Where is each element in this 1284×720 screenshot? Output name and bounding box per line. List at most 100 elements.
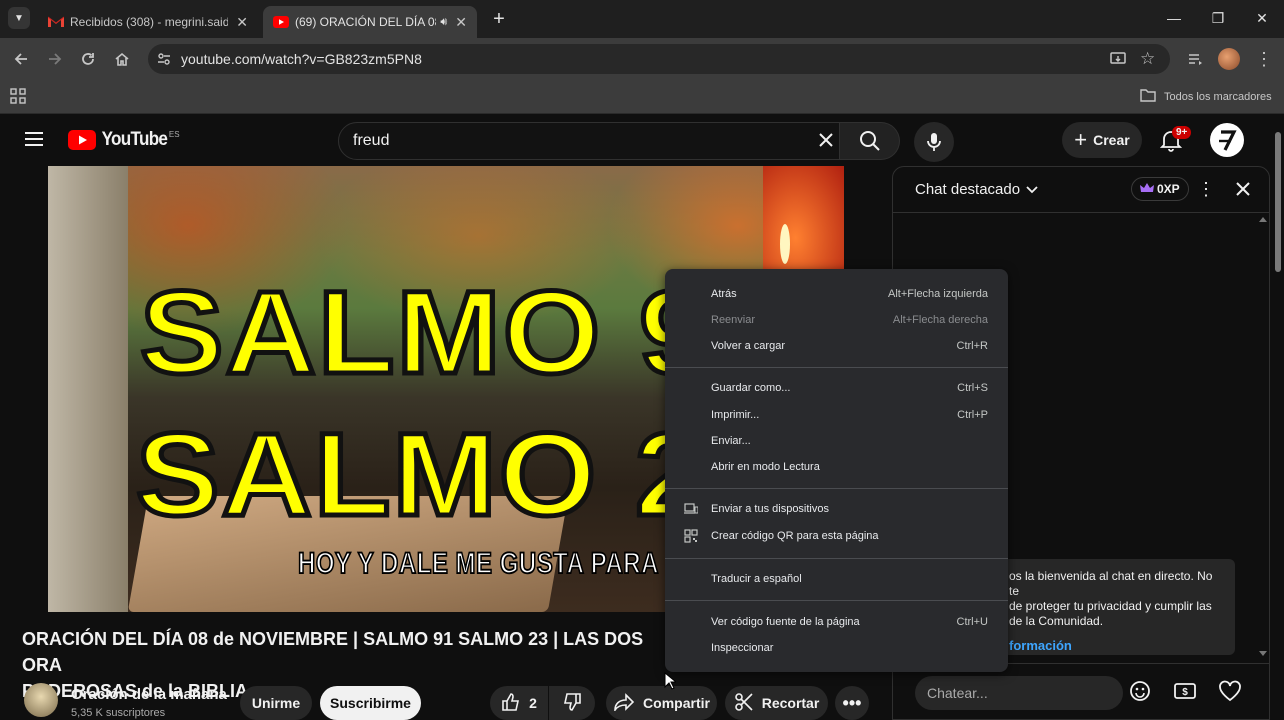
emoji-icon[interactable] <box>1129 680 1151 707</box>
site-info-icon[interactable] <box>156 51 172 70</box>
chat-scroll-down[interactable] <box>1259 651 1267 656</box>
menu-item-send-to-devices[interactable]: Enviar a tus dispositivos <box>665 496 1008 522</box>
xp-badge[interactable]: 0XP <box>1131 177 1189 201</box>
voice-search-button[interactable] <box>914 122 954 162</box>
subscribe-button[interactable]: Suscribirme <box>320 686 421 720</box>
bookmark-star-icon[interactable]: ☆ <box>1140 49 1155 69</box>
create-button[interactable]: + Crear <box>1062 122 1142 158</box>
menu-item-forward[interactable]: Reenviar Alt+Flecha derecha <box>665 307 1008 333</box>
account-avatar[interactable] <box>1210 123 1244 157</box>
close-tab-icon[interactable]: ✕ <box>236 14 248 31</box>
close-chat-icon[interactable] <box>1235 181 1251 202</box>
menu-item-send[interactable]: Enviar... <box>665 428 1008 454</box>
chat-scroll-up[interactable] <box>1259 217 1267 222</box>
menu-item-view-source[interactable]: Ver código fuente de la página Ctrl+U <box>665 609 1008 635</box>
clip-label: Recortar <box>761 695 820 711</box>
clip-button[interactable]: Recortar <box>725 686 828 720</box>
mouse-cursor-icon <box>664 671 678 695</box>
menu-divider <box>665 558 1008 559</box>
apps-grid-icon[interactable] <box>10 88 26 109</box>
welcome-line: de proteger tu privacidad y cumplir las <box>1009 599 1212 613</box>
create-label: Crear <box>1093 132 1130 148</box>
chat-mode-label: Chat destacado <box>915 181 1021 198</box>
notifications-button[interactable]: 9+ <box>1159 126 1192 157</box>
profile-avatar[interactable] <box>1216 46 1242 72</box>
menu-item-label: Enviar... <box>711 435 751 447</box>
restore-button[interactable]: ❐ <box>1196 0 1240 36</box>
youtube-logo[interactable]: YouTube ES <box>68 129 180 151</box>
heart-icon[interactable] <box>1218 680 1242 707</box>
back-button[interactable] <box>8 46 34 72</box>
logo-text: YouTube <box>101 129 168 150</box>
menu-item-qr-code[interactable]: Crear código QR para esta página <box>665 523 1008 549</box>
close-tab-icon[interactable]: ✕ <box>455 14 467 31</box>
tab-youtube[interactable]: (69) ORACIÓN DEL DÍA 08 d 🔊︎ ✕ <box>263 6 477 38</box>
hamburger-menu-icon[interactable] <box>24 131 44 152</box>
forward-button[interactable] <box>42 46 68 72</box>
chat-header: Chat destacado 0XP ⋮ <box>893 167 1269 213</box>
chat-mode-dropdown[interactable]: Chat destacado <box>915 181 1038 198</box>
menu-item-back[interactable]: Atrás Alt+Flecha izquierda <box>665 281 1008 307</box>
more-horizontal-icon: ••• <box>842 692 862 713</box>
join-button[interactable]: Unirme <box>240 686 312 720</box>
title-line1: ORACIÓN DEL DÍA 08 de NOVIEMBRE | SALMO … <box>22 629 644 675</box>
channel-name[interactable]: Oración de la mañana <box>71 686 227 703</box>
share-icon <box>613 692 635 714</box>
thumbs-up-icon <box>501 692 521 715</box>
chat-more-icon[interactable]: ⋮ <box>1197 179 1215 200</box>
like-button[interactable]: 2 <box>490 686 548 720</box>
menu-item-translate[interactable]: Traducir a español <box>665 566 1008 592</box>
chat-input[interactable]: Chatear... <box>915 676 1123 710</box>
tab-search-button[interactable]: ▼ <box>8 7 30 29</box>
clear-search-icon[interactable] <box>817 131 835 154</box>
install-app-icon[interactable] <box>1109 50 1127 71</box>
reload-button[interactable] <box>75 46 101 72</box>
search-input[interactable]: freud <box>338 122 840 160</box>
menu-item-label: Atrás <box>711 288 737 300</box>
menu-item-label: Volver a cargar <box>711 340 785 352</box>
audio-playing-icon[interactable]: 🔊︎ <box>440 16 447 29</box>
menu-item-print[interactable]: Imprimir... Ctrl+P <box>665 402 1008 428</box>
search-value: freud <box>353 132 390 149</box>
all-bookmarks[interactable]: Todos los marcadores <box>1140 88 1272 105</box>
reading-list-icon[interactable] <box>1182 46 1208 72</box>
folder-icon <box>1140 88 1156 105</box>
share-button[interactable]: Compartir <box>606 686 717 720</box>
menu-item-label: Ver código fuente de la página <box>711 616 860 628</box>
scissors-icon <box>734 692 754 715</box>
scrollbar-thumb[interactable] <box>1275 132 1281 272</box>
menu-item-label: Abrir en modo Lectura <box>711 461 820 473</box>
close-window-button[interactable]: ✕ <box>1240 0 1284 36</box>
menu-item-save-as[interactable]: Guardar como... Ctrl+S <box>665 375 1008 401</box>
menu-item-label: Traducir a español <box>711 573 802 585</box>
page-scrollbar[interactable] <box>1272 114 1284 720</box>
more-actions-button[interactable]: ••• <box>835 686 869 720</box>
chat-welcome-banner: os la bienvenida al chat en directo. No … <box>1003 559 1235 655</box>
gmail-icon <box>48 14 64 30</box>
video-subtitle: HOY Y DALE ME GUSTA PARA QUE <box>297 546 719 582</box>
tab-title: (69) ORACIÓN DEL DÍA 08 d <box>295 15 437 29</box>
chevron-down-icon <box>1026 181 1038 198</box>
new-tab-button[interactable]: + <box>488 8 510 30</box>
notification-badge: 9+ <box>1172 126 1192 139</box>
menu-item-shortcut: Alt+Flecha derecha <box>892 314 988 326</box>
menu-item-inspect[interactable]: Inspeccionar <box>665 635 1008 661</box>
youtube-favicon-icon <box>273 14 289 30</box>
more-info-link[interactable]: formación <box>1009 638 1223 653</box>
search-button[interactable] <box>840 122 900 160</box>
tab-gmail[interactable]: Recibidos (308) - megrini.said@ ✕ <box>38 6 258 38</box>
minimize-button[interactable]: — <box>1152 0 1196 36</box>
address-bar[interactable]: youtube.com/watch?v=GB823zm5PN8 ☆ <box>148 44 1170 74</box>
menu-item-shortcut: Ctrl+P <box>957 409 988 421</box>
dislike-button[interactable] <box>549 686 595 720</box>
home-button[interactable] <box>109 46 135 72</box>
menu-item-reading-mode[interactable]: Abrir en modo Lectura <box>665 454 1008 480</box>
crown-icon <box>1140 182 1154 196</box>
super-chat-icon[interactable]: $ <box>1173 680 1197 707</box>
xp-value: 0XP <box>1157 182 1180 196</box>
channel-avatar[interactable] <box>24 683 58 717</box>
menu-kebab-icon[interactable]: ⋮ <box>1251 46 1277 72</box>
search-icon <box>859 131 880 151</box>
menu-item-reload[interactable]: Volver a cargar Ctrl+R <box>665 333 1008 359</box>
menu-item-label: Reenviar <box>711 314 756 326</box>
